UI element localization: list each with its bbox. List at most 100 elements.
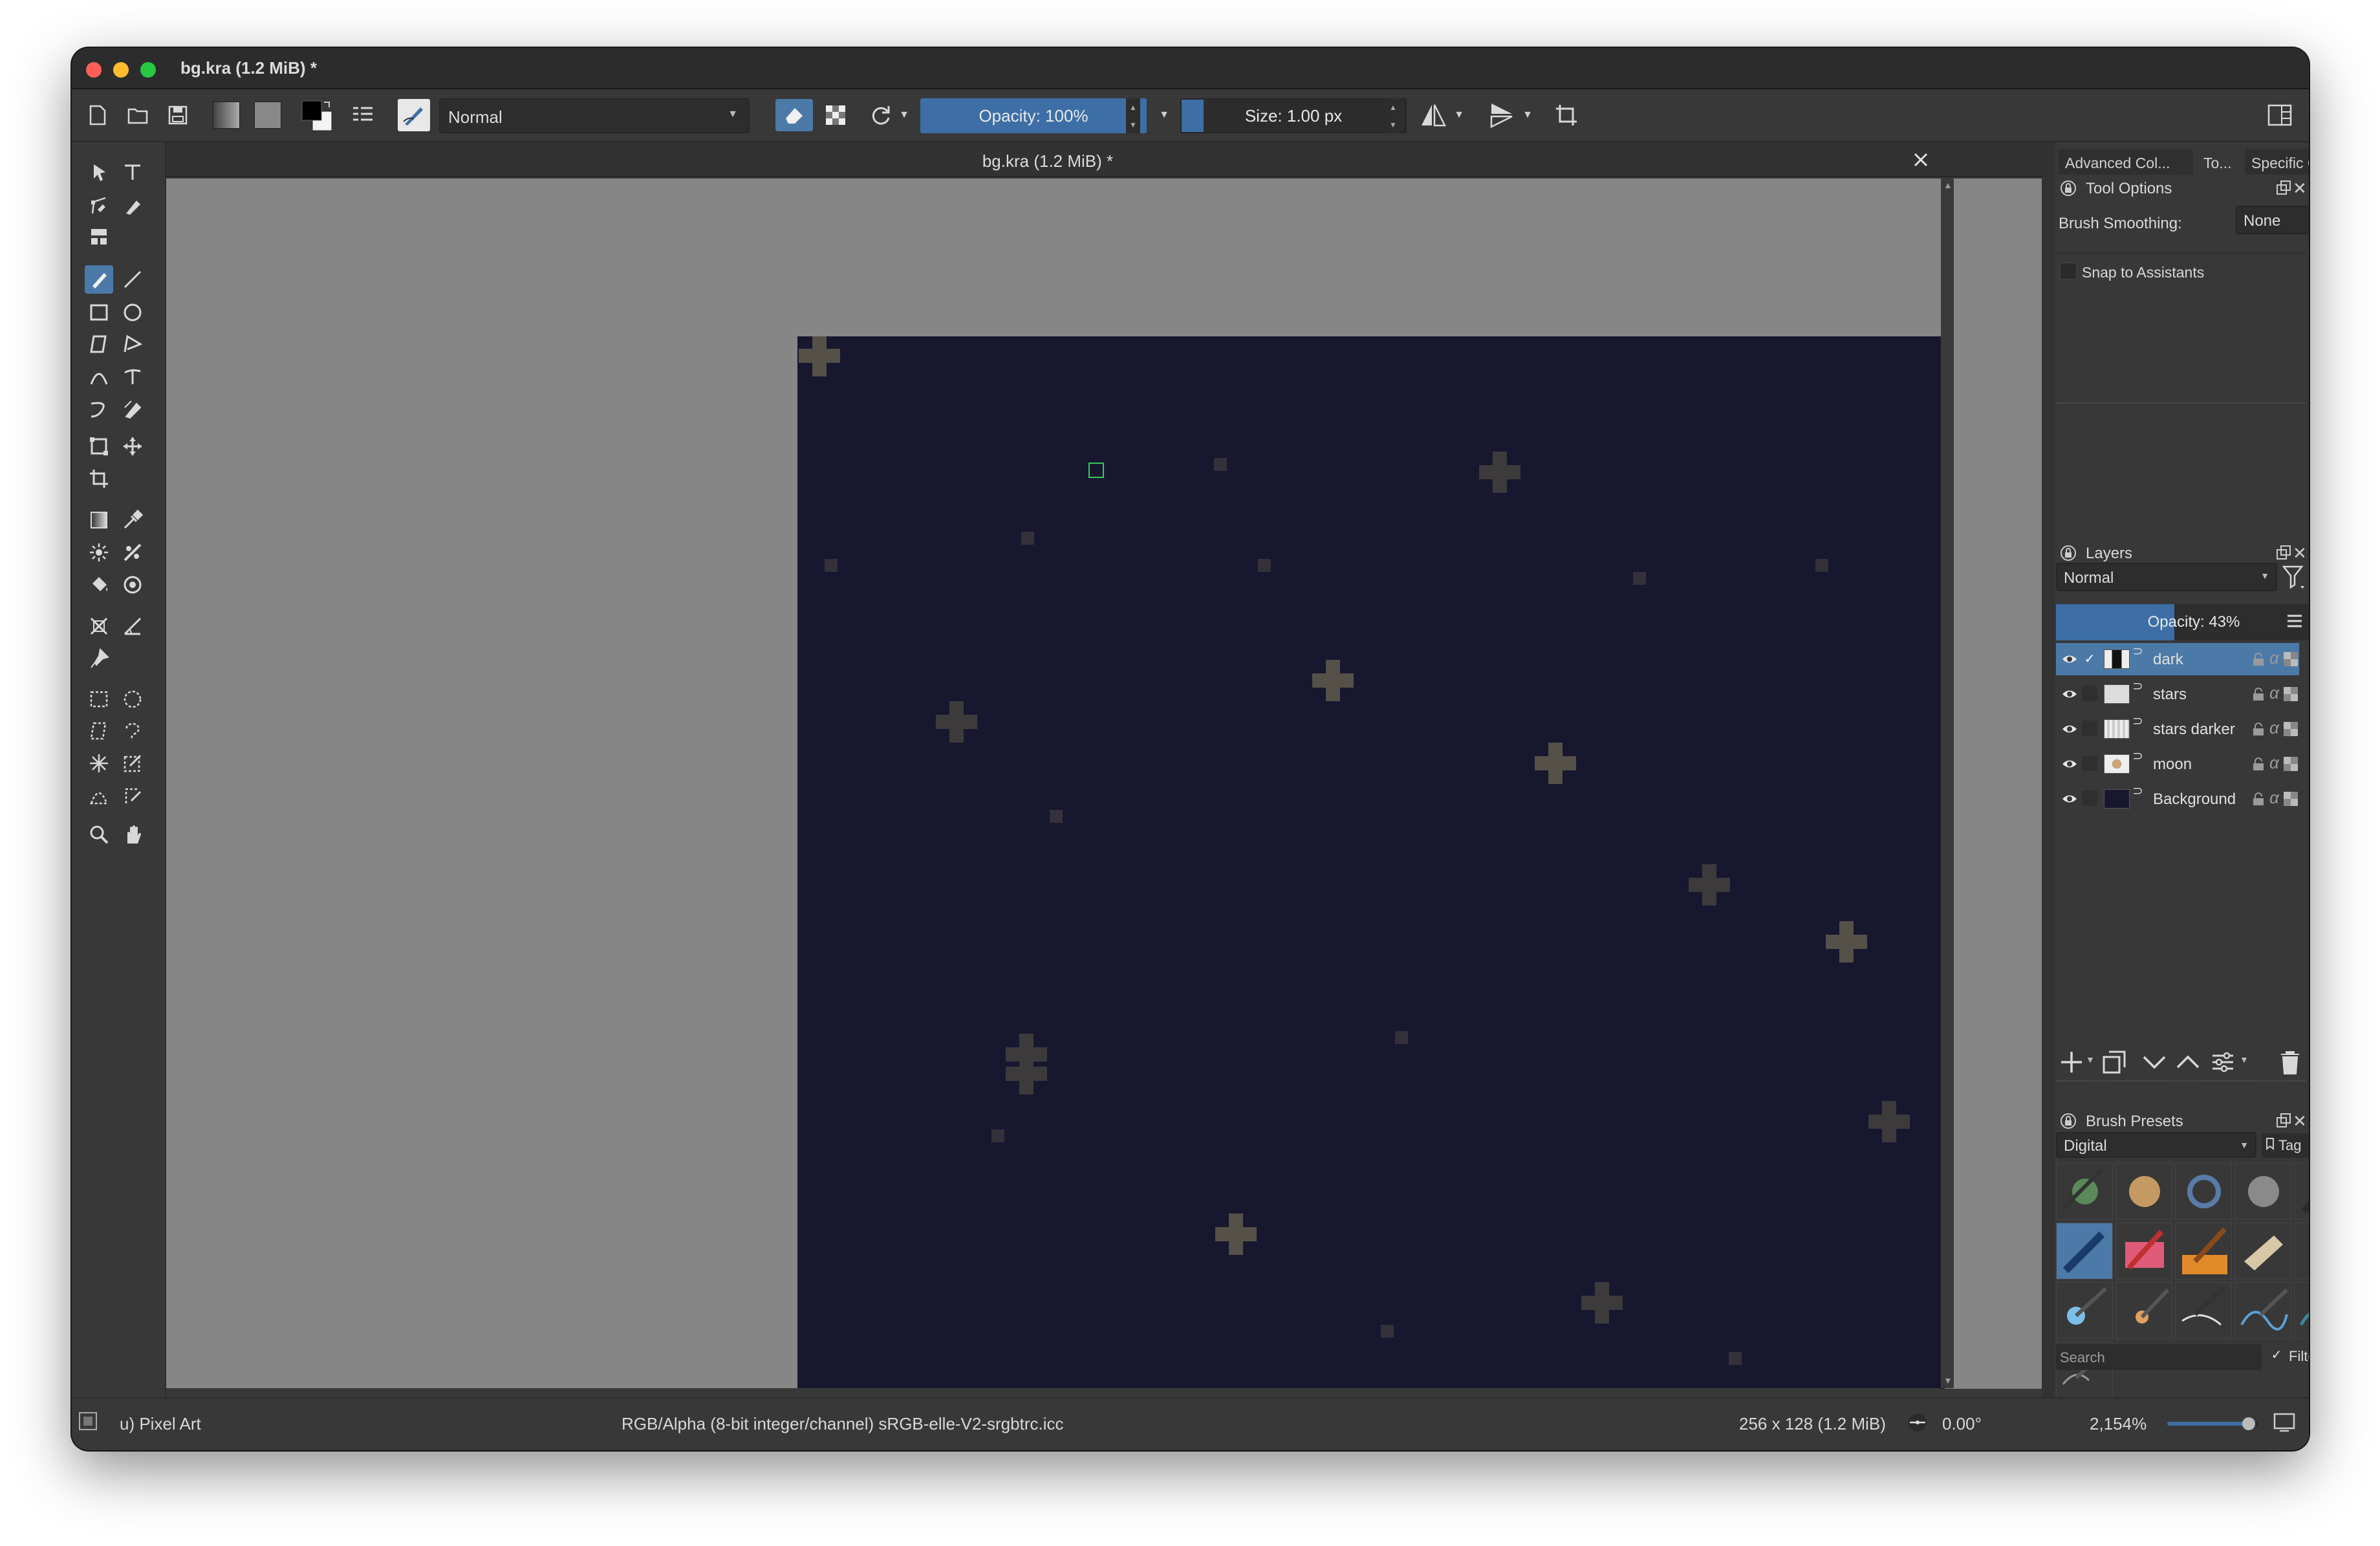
inherit-alpha-icon[interactable]: ⊃ xyxy=(2132,783,2143,799)
chevron-down-icon[interactable]: ▼ xyxy=(1453,99,1465,131)
tab-advanced-color[interactable]: Advanced Col... xyxy=(2059,149,2193,175)
duplicate-layer-icon[interactable] xyxy=(2101,1049,2127,1078)
visibility-eye-icon[interactable] xyxy=(2061,792,2078,811)
horizontal-scrollbar[interactable]: ◀ ▶ xyxy=(166,1388,1941,1389)
workspace-icon[interactable] xyxy=(2264,99,2295,131)
alpha-lock-icon[interactable]: α xyxy=(2269,788,2279,808)
brush-size-slider[interactable]: Size: 1.00 px xyxy=(1180,98,1407,133)
preset-eraser-icon[interactable] xyxy=(2234,1223,2291,1279)
pan-tool-icon[interactable] xyxy=(118,820,147,849)
preset-swirl-icon[interactable] xyxy=(2175,1163,2232,1220)
brush-smoothing-select[interactable]: None ▼ xyxy=(2236,206,2309,234)
rotation-icon[interactable] xyxy=(1905,1411,1931,1438)
fill-tool-icon[interactable] xyxy=(85,571,113,599)
lock-icon[interactable] xyxy=(2060,180,2077,201)
chevron-down-icon[interactable]: ▼ xyxy=(1522,99,1533,131)
close-icon[interactable]: ✕ xyxy=(2293,1111,2307,1131)
alpha-lock-icon[interactable]: α xyxy=(2269,753,2279,773)
wrap-around-icon[interactable] xyxy=(1550,99,1583,131)
alpha-lock-icon[interactable]: α xyxy=(2269,648,2279,668)
freehand-path-icon[interactable] xyxy=(118,362,147,391)
layer-lock-icon[interactable] xyxy=(2251,757,2266,776)
maximize-window-button[interactable] xyxy=(140,62,156,78)
layer-opacity-slider[interactable]: Opacity: 43% xyxy=(2056,604,2309,640)
delete-layer-icon[interactable] xyxy=(2278,1049,2302,1078)
visibility-eye-icon[interactable] xyxy=(2061,757,2078,776)
panel-splitter[interactable] xyxy=(2056,1079,2305,1082)
similar-select-icon[interactable] xyxy=(118,749,147,778)
inherit-alpha-icon[interactable]: ⊃ xyxy=(2132,643,2143,659)
color-swatches-icon[interactable] xyxy=(298,99,334,131)
layer-select-checkbox[interactable] xyxy=(2082,686,2097,701)
brush-settings-icon[interactable] xyxy=(349,99,377,131)
float-panel-icon[interactable] xyxy=(2276,545,2291,565)
opacity-spinner[interactable]: ▲ ▼ xyxy=(1126,98,1140,133)
zoom-slider[interactable] xyxy=(2167,1417,2258,1430)
chevron-down-icon[interactable]: ▼ xyxy=(2240,1054,2249,1065)
layer-select-checkbox[interactable] xyxy=(2082,721,2097,736)
enclose-fill-icon[interactable] xyxy=(118,571,147,599)
contiguous-select-icon[interactable] xyxy=(85,749,113,778)
assistant-tool-icon[interactable] xyxy=(85,612,113,640)
mirror-vertical-icon[interactable] xyxy=(1486,99,1518,131)
save-document-icon[interactable] xyxy=(164,99,192,131)
alpha-inherit-icon[interactable] xyxy=(2284,757,2298,771)
opacity-slider[interactable]: Opacity: 100% xyxy=(920,98,1147,133)
layer-options-icon[interactable] xyxy=(2285,612,2304,635)
close-icon[interactable] xyxy=(1910,149,1932,171)
close-icon[interactable]: ✕ xyxy=(2293,179,2307,199)
reload-preset-icon[interactable] xyxy=(865,99,897,131)
visibility-eye-icon[interactable] xyxy=(2061,722,2078,741)
preset-airbrush-icon[interactable] xyxy=(2056,1163,2113,1220)
preset-sketch-icon[interactable] xyxy=(2175,1282,2232,1339)
filter-in-tag-checkbox[interactable]: ✓ xyxy=(2268,1347,2285,1364)
preset-pixel-brush-icon[interactable] xyxy=(2056,1223,2113,1279)
alpha-lock-icon[interactable]: α xyxy=(2269,683,2279,703)
layer-blend-mode-select[interactable]: Normal ▼ xyxy=(2056,563,2277,591)
gradient-tool-icon[interactable] xyxy=(85,506,113,534)
alpha-inherit-icon[interactable] xyxy=(2284,687,2298,701)
polyline-tool-icon[interactable] xyxy=(118,330,147,358)
magnetic-select-icon[interactable] xyxy=(118,781,147,810)
vertical-scrollbar[interactable]: ▲ ▼ xyxy=(1941,179,1954,1388)
brush-preset-icon[interactable] xyxy=(396,99,431,131)
inherit-alpha-icon[interactable]: ⊃ xyxy=(2132,678,2143,694)
layer-lock-icon[interactable] xyxy=(2251,687,2266,706)
layer-row[interactable]: ⊃ stars α xyxy=(2056,678,2299,710)
canvas[interactable]: ▲ ▼ ◀ ▶ xyxy=(166,179,2042,1389)
size-spinner[interactable]: ▲ ▼ xyxy=(1386,98,1400,133)
close-icon[interactable]: ✕ xyxy=(2293,543,2307,563)
smart-patch-icon[interactable] xyxy=(85,538,113,567)
select-shapes-icon[interactable] xyxy=(85,158,113,186)
inherit-alpha-icon[interactable]: ⊃ xyxy=(2132,748,2143,764)
bezier-select-icon[interactable] xyxy=(85,781,113,810)
polygon-select-icon[interactable] xyxy=(85,717,113,745)
tab-tool-options[interactable]: To... xyxy=(2197,149,2241,175)
filter-icon[interactable] xyxy=(2282,564,2306,593)
layer-lock-icon[interactable] xyxy=(2251,722,2266,741)
preset-checker-icon[interactable] xyxy=(2115,1223,2172,1279)
edit-shapes-icon[interactable] xyxy=(85,191,113,220)
preset-ring-icon[interactable] xyxy=(2294,1223,2309,1279)
layer-properties-icon[interactable] xyxy=(2210,1051,2236,1077)
ellipse-select-icon[interactable] xyxy=(118,684,147,713)
pattern-tool-icon[interactable] xyxy=(85,223,113,251)
layer-row[interactable]: ⊃ stars darker α xyxy=(2056,713,2299,745)
zoom-tool-icon[interactable] xyxy=(85,820,113,849)
layer-select-checkbox[interactable] xyxy=(2082,756,2097,771)
panel-splitter[interactable] xyxy=(2056,401,2305,404)
preset-orange-brush-icon[interactable] xyxy=(2175,1223,2232,1279)
lock-icon[interactable] xyxy=(2060,1113,2077,1134)
alpha-inherit-icon[interactable] xyxy=(2284,722,2298,736)
rectangle-tool-icon[interactable] xyxy=(85,298,113,326)
tab-specific-color[interactable]: Specific Col... xyxy=(2245,149,2309,175)
brush-preset-status-icon[interactable] xyxy=(78,1411,98,1435)
measure-tool-icon[interactable] xyxy=(118,612,147,640)
alpha-inherit-icon[interactable] xyxy=(2284,652,2298,666)
preserve-alpha-icon[interactable] xyxy=(819,99,852,131)
freehand-brush-icon[interactable] xyxy=(85,265,113,294)
layer-row[interactable]: ⊃ moon α xyxy=(2056,748,2299,780)
add-layer-icon[interactable] xyxy=(2059,1049,2084,1078)
layer-lock-icon[interactable] xyxy=(2251,652,2266,671)
bezier-tool-icon[interactable] xyxy=(85,362,113,391)
